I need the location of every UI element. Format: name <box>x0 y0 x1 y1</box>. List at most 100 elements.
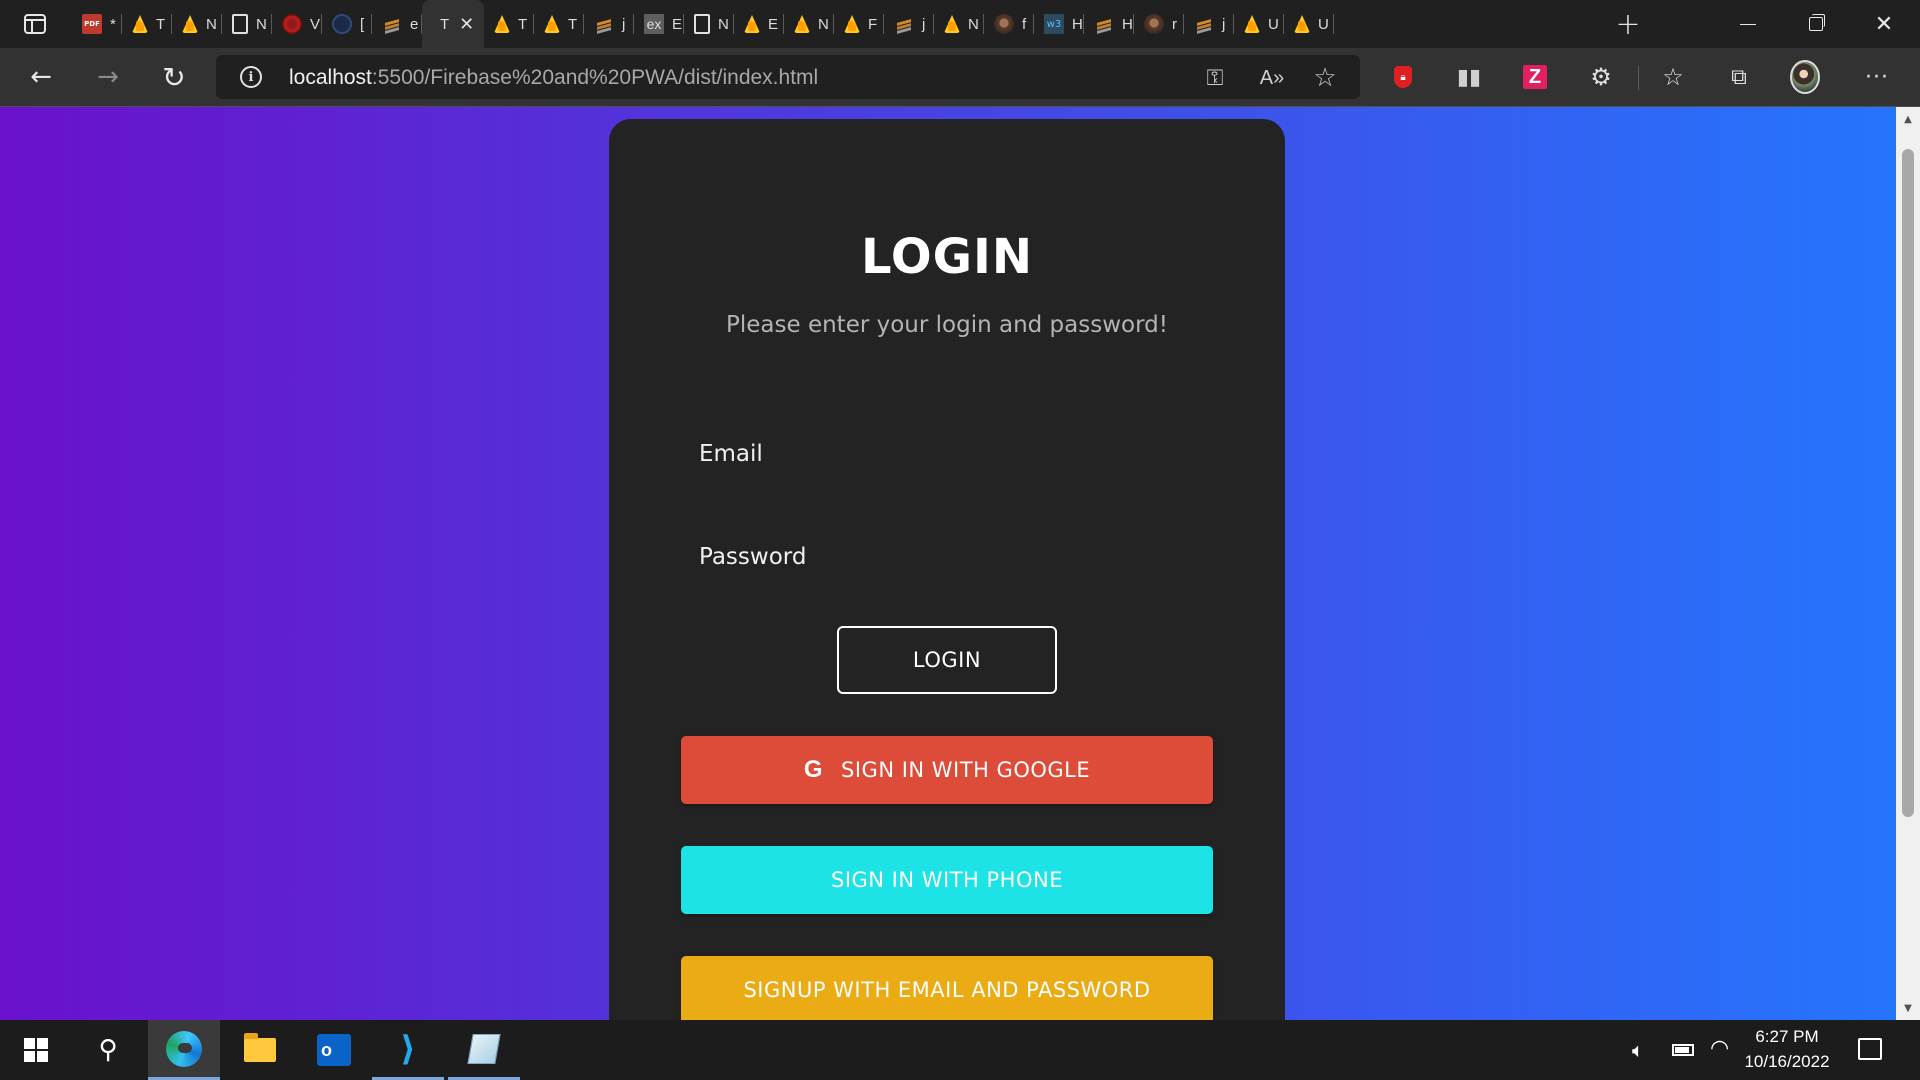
volume-icon[interactable]: 🔈︎ <box>1632 1038 1644 1062</box>
browser-tab[interactable]: H <box>1084 0 1134 48</box>
firebase-icon <box>944 15 960 33</box>
google-signin-button[interactable]: G SIGN IN WITH GOOGLE <box>681 736 1213 804</box>
tab-title: [ <box>360 15 365 33</box>
tab-list: PDF * T N N V[e T ✕ T Tj ex E N E N Fj Nf w3 H Hr j U U <box>72 0 1334 48</box>
close-window-button[interactable]: ✕ <box>1850 0 1918 48</box>
stackoverflow-icon <box>894 14 914 34</box>
browser-tab[interactable]: f <box>984 0 1034 48</box>
chart-extension-icon[interactable]: ▮▮ <box>1454 62 1484 92</box>
tab-title: H <box>1072 15 1083 33</box>
firebase-icon <box>794 15 810 33</box>
browser-tab[interactable]: T <box>484 0 534 48</box>
browser-tab[interactable]: [ <box>322 0 372 48</box>
wifi-icon[interactable]: ◠ <box>1710 1036 1729 1061</box>
email-input[interactable] <box>699 434 1199 478</box>
tab-actions-menu[interactable] <box>14 8 56 40</box>
start-button[interactable] <box>0 1020 72 1080</box>
tab-title: U <box>1318 15 1329 33</box>
back-button[interactable]: ← <box>23 59 59 95</box>
browser-tab[interactable]: N <box>172 0 222 48</box>
zotero-extension-icon[interactable]: Z <box>1520 62 1550 92</box>
browser-tab[interactable]: j <box>1184 0 1234 48</box>
forward-button[interactable]: → <box>90 59 126 95</box>
tab-active[interactable]: T ✕ <box>422 0 484 48</box>
browser-tab[interactable]: r <box>1134 0 1184 48</box>
tab-title: T <box>518 15 528 33</box>
phone-signin-button[interactable]: SIGN IN WITH PHONE <box>681 846 1213 914</box>
browser-tab[interactable]: N <box>784 0 834 48</box>
signup-button[interactable]: SIGNUP WITH EMAIL AND PASSWORD <box>681 956 1213 1020</box>
browser-tab[interactable]: j <box>884 0 934 48</box>
adblock-extension-icon[interactable]: 🔒︎ <box>1388 62 1418 92</box>
tab-title: e <box>410 15 419 33</box>
scroll-down-arrow-icon[interactable]: ▼ <box>1896 996 1920 1020</box>
browser-tab[interactable]: ex E <box>634 0 684 48</box>
notifications-icon[interactable] <box>1858 1038 1882 1060</box>
page-scrollbar[interactable]: ▲ ▼ <box>1896 107 1920 1020</box>
browser-tab[interactable]: e <box>372 0 422 48</box>
browser-tab[interactable]: T <box>534 0 584 48</box>
browser-tab[interactable]: U <box>1284 0 1334 48</box>
login-subtitle: Please enter your login and password! <box>726 312 1168 338</box>
search-icon[interactable]: ⚲ <box>72 1020 144 1080</box>
tab-title: r <box>1172 15 1177 33</box>
reload-button[interactable]: ↻ <box>156 59 192 95</box>
more-menu-icon[interactable]: ··· <box>1862 62 1892 92</box>
browser-toolbar: ← → ↻ i localhost:5500/Firebase%20and%20… <box>0 48 1920 106</box>
page-viewport: LOGIN Please enter your login and passwo… <box>0 107 1896 1020</box>
collections-icon[interactable]: ⧉ <box>1724 62 1754 92</box>
new-tab-button[interactable]: + <box>1612 7 1644 42</box>
tab-close-icon[interactable]: ✕ <box>459 14 474 35</box>
outlook-icon[interactable]: o <box>298 1020 370 1080</box>
password-input[interactable] <box>699 537 1199 581</box>
tab-title: T <box>156 15 166 33</box>
browser-tab[interactable]: j <box>584 0 634 48</box>
login-button[interactable]: LOGIN <box>837 626 1057 694</box>
clock-date[interactable]: 10/16/2022 <box>1736 1052 1838 1072</box>
vscode-icon[interactable]: ⟩ <box>372 1020 444 1080</box>
browser-tab[interactable]: PDF * <box>72 0 122 48</box>
address-bar[interactable]: i localhost:5500/Firebase%20and%20PWA/di… <box>216 55 1360 99</box>
tab-title: H <box>1122 15 1133 33</box>
clock-time[interactable]: 6:27 PM <box>1744 1027 1830 1047</box>
blue-circle-icon <box>332 14 352 34</box>
browser-tab[interactable]: F <box>834 0 884 48</box>
site-info-icon[interactable]: i <box>240 66 262 88</box>
browser-tab[interactable]: V <box>272 0 322 48</box>
browser-tab[interactable]: N <box>684 0 734 48</box>
browser-tab[interactable]: U <box>1234 0 1284 48</box>
browser-tab[interactable]: N <box>934 0 984 48</box>
firebase-icon <box>182 15 198 33</box>
browser-tab[interactable]: T <box>122 0 172 48</box>
tab-title: F <box>868 15 878 33</box>
browser-tab[interactable]: E <box>734 0 784 48</box>
battery-icon[interactable] <box>1672 1044 1694 1056</box>
file-explorer-icon[interactable] <box>224 1020 296 1080</box>
avatar-icon <box>994 14 1014 34</box>
browser-tab[interactable]: w3 H <box>1034 0 1084 48</box>
tab-title: N <box>718 15 729 33</box>
notepad-icon[interactable] <box>448 1020 520 1080</box>
read-aloud-icon[interactable]: A» <box>1259 65 1285 91</box>
tab-actions-icon <box>24 14 46 34</box>
minimize-icon <box>1740 23 1756 25</box>
favorites-icon[interactable]: ☆ <box>1658 62 1688 92</box>
url-host: localhost <box>289 66 372 89</box>
w3-icon: w3 <box>1044 14 1064 34</box>
scroll-up-arrow-icon[interactable]: ▲ <box>1896 107 1920 131</box>
tab-title: N <box>256 15 267 33</box>
edge-taskbar-icon[interactable] <box>148 1020 220 1080</box>
windows-logo-icon <box>24 1038 48 1062</box>
add-favorite-icon[interactable]: ☆ <box>1312 63 1338 93</box>
minimize-button[interactable] <box>1714 0 1782 48</box>
browser-tab[interactable]: N <box>222 0 272 48</box>
url-text[interactable]: localhost:5500/Firebase%20and%20PWA/dist… <box>289 66 818 90</box>
restore-button[interactable] <box>1782 0 1850 48</box>
scroll-thumb[interactable] <box>1902 149 1914 817</box>
login-card: LOGIN Please enter your login and passwo… <box>609 119 1285 1020</box>
profile-avatar[interactable] <box>1790 60 1820 94</box>
page-icon <box>232 14 248 34</box>
tab-title: T <box>440 15 450 33</box>
key-icon[interactable]: ⚿ <box>1202 65 1228 91</box>
extensions-icon[interactable]: ⚙ <box>1586 62 1616 92</box>
